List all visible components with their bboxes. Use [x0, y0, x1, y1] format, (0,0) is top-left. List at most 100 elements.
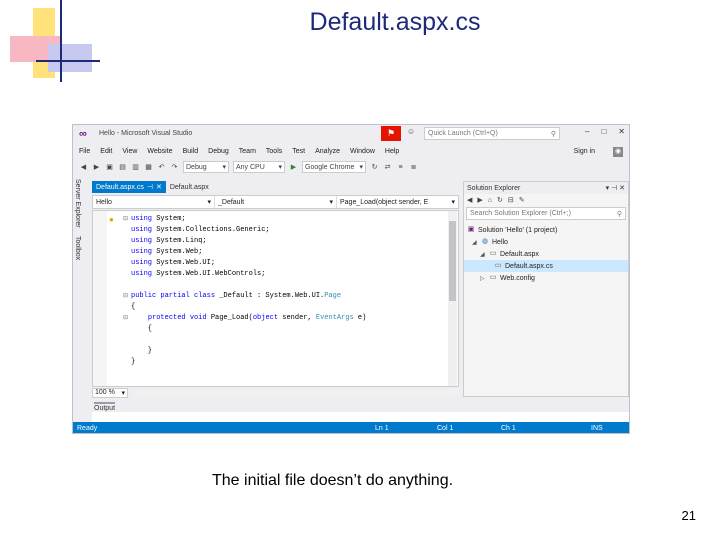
sign-in-link[interactable]: Sign in	[574, 148, 595, 155]
configuration-select[interactable]: Debug ▾	[183, 161, 229, 173]
menu-build[interactable]: Build	[183, 148, 199, 155]
comment-icon[interactable]: ≡	[396, 164, 405, 171]
scrollbar-thumb[interactable]	[449, 221, 456, 301]
visual-studio-window: ∞ Hello - Microsoft Visual Studio ⚑ ☺ Qu…	[72, 124, 630, 434]
class-nav-select[interactable]: _Default ▾	[215, 196, 337, 208]
collapse-all-icon[interactable]: ⊟	[508, 196, 514, 204]
chevron-down-icon: ▾	[451, 199, 455, 206]
menu-edit[interactable]: Edit	[100, 148, 112, 155]
code-line: using System.Collections.Generic;	[131, 226, 270, 234]
status-char: Ch 1	[501, 425, 516, 432]
back-icon[interactable]: ◀	[79, 163, 88, 171]
chevron-down-icon: ▾	[278, 164, 282, 171]
code-editor[interactable]: ● ⊟ ⊟ ⊟ using System; using System.Colle…	[92, 210, 459, 387]
forward-icon[interactable]: ▶	[477, 196, 482, 204]
method-declaration-line: protected void Page_Load(object sender, …	[147, 314, 367, 322]
account-icon[interactable]: ◉	[613, 146, 623, 157]
menu-test[interactable]: Test	[292, 148, 305, 155]
new-project-icon[interactable]: ▣	[105, 163, 114, 171]
close-icon[interactable]: ✕	[156, 183, 162, 191]
page-number: 21	[681, 508, 696, 523]
menu-team[interactable]: Team	[239, 148, 256, 155]
code-line: using System;	[131, 215, 186, 223]
back-icon[interactable]: ◀	[467, 196, 472, 204]
chevron-down-icon: ▾	[121, 389, 125, 397]
chevron-down-icon: ▾	[329, 199, 333, 206]
platform-select[interactable]: Any CPU ▾	[233, 161, 285, 173]
chevron-down-icon[interactable]: ▾	[606, 185, 610, 192]
menu-view[interactable]: View	[122, 148, 137, 155]
search-icon: ⚲	[550, 130, 556, 138]
zoom-select[interactable]: 100 % ▾	[92, 387, 128, 398]
menu-window[interactable]: Window	[350, 148, 375, 155]
code-text: using System; using System.Collections.G…	[131, 214, 366, 368]
tab-label: Default.aspx	[169, 183, 209, 191]
code-line: using System.Web.UI.WebControls;	[131, 270, 266, 278]
brace: }	[131, 358, 136, 366]
project-nav-select[interactable]: Hello ▾	[93, 196, 215, 208]
tree-node-label: Default.aspx.cs	[505, 262, 553, 270]
tree-node-web-config[interactable]: ▷ ▭ Web.config	[464, 272, 628, 284]
minimize-button[interactable]: –	[585, 127, 589, 136]
output-tab[interactable]: Output	[94, 402, 116, 412]
refresh-icon[interactable]: ↻	[497, 196, 503, 204]
cs-file-icon: ▭	[494, 262, 502, 269]
expand-arrow-icon[interactable]: ◢	[472, 239, 478, 246]
menu-tools[interactable]: Tools	[266, 148, 282, 155]
feedback-icon[interactable]: ☺	[407, 127, 415, 136]
visual-studio-logo-icon: ∞	[79, 127, 87, 140]
redo-icon[interactable]: ↷	[170, 163, 179, 171]
tree-node-hello[interactable]: ◢ ◍ Hello	[464, 236, 628, 248]
quick-launch-input[interactable]: Quick Launch (Ctrl+Q) ⚲	[424, 127, 560, 140]
pin-icon[interactable]: ⊣	[611, 185, 617, 192]
refresh-icon[interactable]: ↻	[370, 163, 379, 171]
configuration-value: Debug	[186, 163, 207, 171]
browser-select[interactable]: Google Chrome ▾	[302, 161, 366, 173]
lightbulb-icon[interactable]: ●	[109, 215, 114, 224]
home-icon[interactable]: ⌂	[488, 197, 492, 204]
notification-flag-icon[interactable]: ⚑	[381, 126, 401, 141]
start-debug-icon[interactable]: ▶	[289, 163, 298, 171]
menu-file[interactable]: File	[79, 148, 90, 155]
save-all-icon[interactable]: ▦	[144, 163, 153, 171]
collapse-icon[interactable]: ⊟	[123, 292, 128, 299]
aspx-file-icon: ▭	[489, 250, 497, 257]
browser-link-icon[interactable]: ⇄	[383, 163, 392, 171]
tree-node-label: Hello	[492, 238, 508, 246]
menu-help[interactable]: Help	[385, 148, 399, 155]
menu-website[interactable]: Website	[147, 148, 172, 155]
maximize-button[interactable]: □	[601, 127, 606, 136]
forward-icon[interactable]: ▶	[92, 163, 101, 171]
tree-node-solution[interactable]: ▣ Solution 'Hello' (1 project)	[464, 224, 628, 236]
collapse-icon[interactable]: ⊟	[123, 314, 128, 321]
editor-horizontal-scrollbar[interactable]	[132, 388, 459, 397]
tab-default-aspx-cs[interactable]: Default.aspx.cs ⊣ ✕	[92, 181, 166, 193]
expand-arrow-icon[interactable]: ◢	[480, 251, 486, 258]
editor-vertical-scrollbar[interactable]	[448, 211, 457, 386]
website-icon: ◍	[481, 238, 489, 245]
uncomment-icon[interactable]: ≣	[409, 163, 418, 171]
open-icon[interactable]: ▤	[118, 163, 127, 171]
brace: }	[131, 347, 153, 355]
menu-analyze[interactable]: Analyze	[315, 148, 340, 155]
code-line: using System.Linq;	[131, 237, 207, 245]
save-icon[interactable]: ▥	[131, 163, 140, 171]
wrench-icon[interactable]: ✎	[519, 196, 525, 204]
expand-arrow-icon[interactable]: ▷	[480, 275, 486, 282]
undo-icon[interactable]: ↶	[157, 163, 166, 171]
pin-icon[interactable]: ⊣	[147, 183, 153, 191]
server-explorer-tab[interactable]: Server Explorer	[74, 179, 81, 228]
collapse-icon[interactable]: ⊟	[123, 215, 128, 222]
toolbox-tab[interactable]: Toolbox	[74, 236, 81, 260]
toolbar: ◀ ▶ ▣ ▤ ▥ ▦ ↶ ↷ Debug ▾ Any CPU ▾ ▶ Goog…	[73, 159, 629, 175]
tab-default-aspx[interactable]: Default.aspx	[166, 181, 213, 193]
menu-debug[interactable]: Debug	[208, 148, 229, 155]
solution-search-input[interactable]: Search Solution Explorer (Ctrl+;) ⚲	[466, 207, 626, 220]
tree-node-default-aspx-cs[interactable]: ▭ Default.aspx.cs	[464, 260, 628, 272]
close-icon[interactable]: ✕	[619, 185, 625, 192]
solution-search-placeholder: Search Solution Explorer (Ctrl+;)	[470, 210, 571, 217]
tree-node-default-aspx[interactable]: ◢ ▭ Default.aspx	[464, 248, 628, 260]
close-button[interactable]: ✕	[618, 127, 625, 136]
member-nav-select[interactable]: Page_Load(object sender, E ▾	[337, 196, 458, 208]
tree-node-label: Default.aspx	[500, 250, 539, 258]
